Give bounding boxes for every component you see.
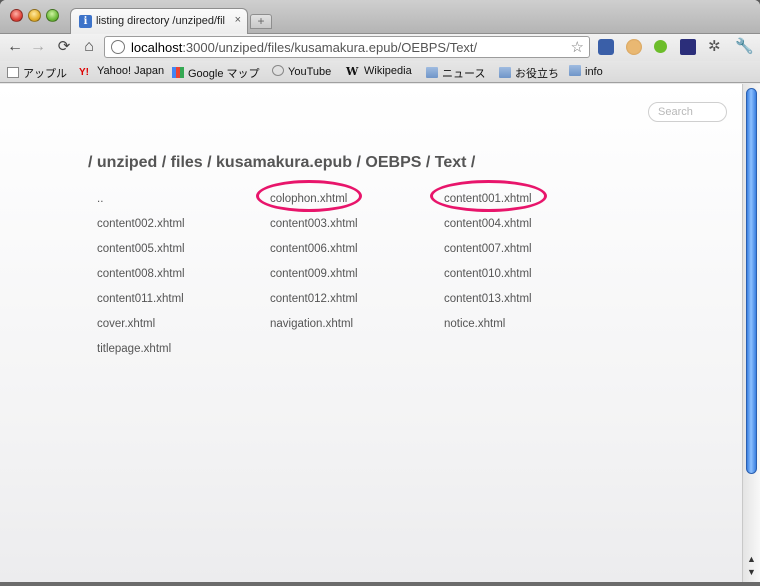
file-link[interactable]: content009.xhtml <box>270 268 358 280</box>
window-close-button[interactable] <box>10 9 23 22</box>
tab-title: listing directory /unziped/fil <box>96 15 226 27</box>
file-link[interactable]: cover.xhtml <box>97 318 155 330</box>
bookmark-label: アップル <box>23 68 67 80</box>
toolbar: ← → ⟳ ⌂ localhost:3000/unziped/files/kus… <box>0 34 760 61</box>
vertical-scrollbar[interactable]: ▲ ▼ <box>742 84 760 586</box>
scroll-up-arrow-icon[interactable]: ▲ <box>747 554 756 564</box>
apple-icon <box>7 67 19 78</box>
bookmark-label: ニュース <box>442 68 486 80</box>
home-button[interactable]: ⌂ <box>80 38 98 56</box>
back-button[interactable]: ← <box>6 38 24 56</box>
file-link[interactable]: content002.xhtml <box>97 218 185 230</box>
highlight-circle-colophon <box>256 180 362 212</box>
file-link[interactable]: content013.xhtml <box>444 293 532 305</box>
wikipedia-icon: W <box>346 65 359 78</box>
folder-icon <box>499 67 511 78</box>
scrollbar-thumb[interactable] <box>746 88 757 474</box>
bookmark-label: YouTube <box>288 66 332 78</box>
bookmark-youtube[interactable]: YouTube <box>272 65 331 78</box>
file-link[interactable]: content003.xhtml <box>270 218 358 230</box>
file-link[interactable]: notice.xhtml <box>444 318 505 330</box>
cookie-extension-icon[interactable] <box>626 39 642 55</box>
tab-close-icon[interactable]: × <box>235 14 241 26</box>
url-path: :3000/unziped/files/kusamakura.epub/OEBP… <box>182 40 478 55</box>
file-link[interactable]: content008.xhtml <box>97 268 185 280</box>
bookmark-google-maps[interactable]: Google マップ <box>172 65 260 81</box>
file-link[interactable]: content004.xhtml <box>444 218 532 230</box>
wrench-menu-icon[interactable]: 🔧 <box>735 37 754 55</box>
book-extension-icon[interactable] <box>680 39 696 55</box>
google-maps-icon <box>172 67 184 78</box>
address-bar[interactable]: localhost:3000/unziped/files/kusamakura.… <box>104 36 590 58</box>
bookmark-label: info <box>585 66 603 78</box>
scroll-down-arrow-icon[interactable]: ▼ <box>747 567 756 577</box>
file-link[interactable]: content011.xhtml <box>97 293 184 305</box>
bookmark-folder-useful[interactable]: お役立ち <box>499 65 559 81</box>
bookmark-yahoo[interactable]: Y! Yahoo! Japan <box>79 65 164 78</box>
bookmark-star-icon[interactable]: ☆ <box>571 38 584 56</box>
file-link[interactable]: content005.xhtml <box>97 243 185 255</box>
status-dot-extension-icon[interactable] <box>654 40 667 53</box>
camera-extension-icon[interactable] <box>598 39 614 55</box>
directory-listing-page: Search / unziped / files / kusamakura.ep… <box>0 84 742 586</box>
bookmark-apple[interactable]: アップル <box>7 65 67 81</box>
tab-active[interactable]: i listing directory /unziped/fil × <box>70 8 248 35</box>
globe-icon <box>111 40 125 54</box>
yahoo-icon: Y! <box>79 67 89 78</box>
youtube-icon <box>272 65 284 76</box>
window-minimize-button[interactable] <box>28 9 41 22</box>
new-tab-button[interactable]: + <box>250 14 272 29</box>
highlight-circle-content001 <box>430 180 547 212</box>
bookmark-label: Wikipedia <box>364 65 412 77</box>
gear-extension-icon[interactable]: ✲ <box>708 37 724 55</box>
file-link[interactable]: content010.xhtml <box>444 268 532 280</box>
url-text[interactable]: localhost:3000/unziped/files/kusamakura.… <box>131 40 477 55</box>
tab-strip: i listing directory /unziped/fil × + <box>0 0 760 35</box>
file-link[interactable]: titlepage.xhtml <box>97 343 171 355</box>
bookmark-label: Yahoo! Japan <box>97 65 165 77</box>
forward-button[interactable]: → <box>29 38 47 56</box>
browser-window: i listing directory /unziped/fil × + ← →… <box>0 0 760 586</box>
file-link-parent[interactable]: .. <box>97 193 103 205</box>
search-input[interactable]: Search <box>648 102 727 122</box>
bookmarks-bar: アップル Y! Yahoo! Japan Google マップ YouTube W… <box>0 61 760 83</box>
window-bottom-edge <box>0 582 760 586</box>
folder-icon <box>426 67 438 78</box>
folder-icon <box>569 65 581 76</box>
file-link[interactable]: content012.xhtml <box>270 293 358 305</box>
bookmark-label: Google マップ <box>188 68 260 80</box>
file-link[interactable]: navigation.xhtml <box>270 318 353 330</box>
bookmark-folder-news[interactable]: ニュース <box>426 65 485 81</box>
url-host: localhost <box>131 40 183 55</box>
page-title: / unziped / files / kusamakura.epub / OE… <box>88 154 476 171</box>
file-link[interactable]: content007.xhtml <box>444 243 532 255</box>
bookmark-folder-info[interactable]: info <box>569 65 603 78</box>
bookmark-wikipedia[interactable]: W Wikipedia <box>346 65 412 78</box>
file-link[interactable]: content006.xhtml <box>270 243 358 255</box>
bookmark-label: お役立ち <box>515 68 559 80</box>
window-maximize-button[interactable] <box>46 9 59 22</box>
reload-button[interactable]: ⟳ <box>55 38 73 56</box>
info-icon: i <box>79 15 92 28</box>
